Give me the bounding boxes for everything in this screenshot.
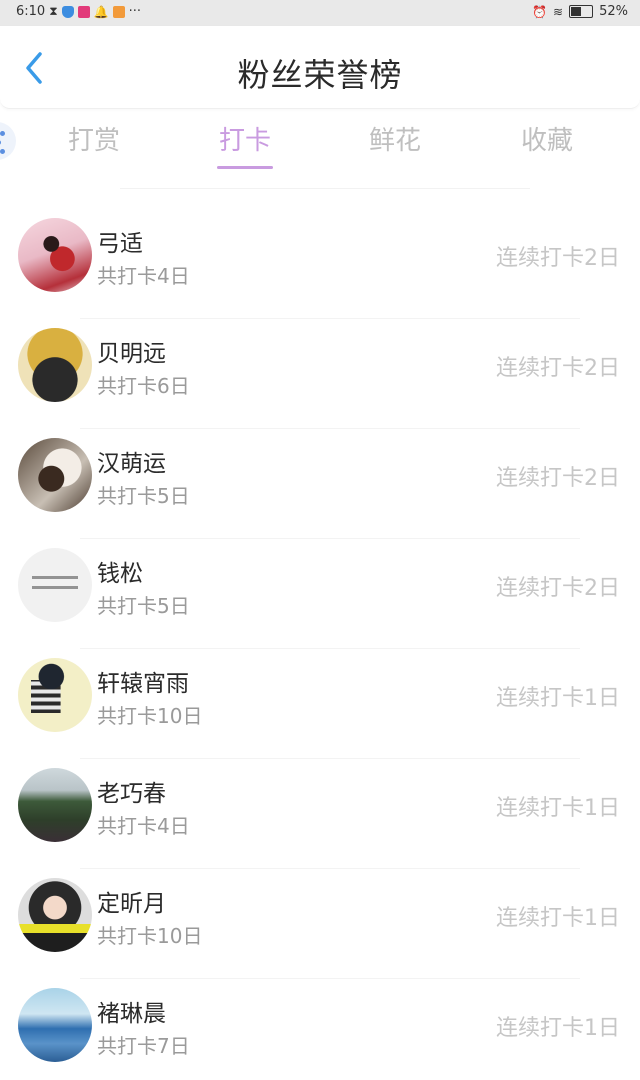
total-checkins: 共打卡5日 — [97, 484, 190, 508]
header: 粉丝荣誉榜 — [0, 26, 640, 109]
total-checkins: 共打卡5日 — [97, 594, 190, 618]
total-checkins: 共打卡4日 — [97, 814, 190, 838]
avatar — [18, 438, 92, 512]
streak-checkins: 连续打卡1日 — [496, 686, 620, 711]
avatar — [18, 218, 92, 292]
avatar — [18, 768, 92, 842]
status-left: 6:10 ⧗ 🔔 ··· — [16, 4, 141, 19]
fan-name: 轩辕宵雨 — [97, 671, 189, 697]
total-checkins: 共打卡6日 — [97, 374, 190, 398]
streak-checkins: 连续打卡2日 — [496, 466, 620, 491]
fan-name: 老巧春 — [97, 781, 166, 807]
hourglass-icon: ⧗ — [49, 4, 58, 18]
battery-percent: 52% — [599, 4, 628, 19]
alarm-icon: ⏰ — [532, 4, 548, 19]
streak-checkins: 连续打卡2日 — [496, 576, 620, 601]
status-right: ⏰ ≋ 52% — [532, 4, 628, 19]
avatar — [18, 988, 92, 1062]
wifi-icon: ≋ — [553, 4, 564, 19]
fan-name: 汉萌运 — [97, 451, 166, 477]
streak-checkins: 连续打卡2日 — [496, 356, 620, 381]
page-title: 粉丝荣誉榜 — [237, 56, 403, 94]
total-checkins: 共打卡4日 — [97, 264, 190, 288]
tab-checkin[interactable]: 打卡 — [185, 120, 305, 157]
tab-flowers[interactable]: 鲜花 — [335, 120, 455, 157]
total-checkins: 共打卡10日 — [97, 704, 203, 728]
list-item[interactable]: 钱松 共打卡5日 连续打卡2日 — [0, 530, 640, 649]
tab-reward[interactable]: 打赏 — [34, 120, 154, 157]
list-item[interactable]: 轩辕宵雨 共打卡10日 连续打卡1日 — [0, 640, 640, 759]
tab-favorites[interactable]: 收藏 — [487, 120, 607, 157]
tab-bar: 打赏 打卡 鲜花 收藏 — [0, 112, 640, 174]
fan-name: 褚琳晨 — [97, 1001, 166, 1027]
avatar — [18, 548, 92, 622]
shield-icon — [61, 5, 74, 18]
active-tab-indicator — [217, 166, 273, 169]
fan-name: 贝明远 — [97, 341, 166, 367]
list-item[interactable]: 老巧春 共打卡4日 连续打卡1日 — [0, 750, 640, 869]
fan-name: 弓适 — [97, 231, 143, 257]
streak-checkins: 连续打卡1日 — [496, 1016, 620, 1041]
fan-name: 定昕月 — [97, 891, 166, 917]
app-badge-icon — [77, 5, 90, 18]
battery-icon — [569, 5, 594, 18]
tab-divider — [120, 188, 530, 189]
list-item[interactable]: 弓适 共打卡4日 连续打卡2日 — [0, 200, 640, 319]
list-item[interactable]: 褚琳晨 共打卡7日 连续打卡1日 — [0, 970, 640, 1080]
total-checkins: 共打卡10日 — [97, 924, 203, 948]
list-item[interactable]: 汉萌运 共打卡5日 连续打卡2日 — [0, 420, 640, 539]
list-item[interactable]: 贝明远 共打卡6日 连续打卡2日 — [0, 310, 640, 429]
status-time: 6:10 — [16, 4, 46, 19]
more-notifications-icon: ··· — [128, 4, 141, 19]
status-bar: 6:10 ⧗ 🔔 ··· ⏰ ≋ 52% — [0, 0, 640, 26]
avatar — [18, 878, 92, 952]
avatar — [18, 658, 92, 732]
fan-name: 钱松 — [97, 561, 143, 587]
avatar — [18, 328, 92, 402]
total-checkins: 共打卡7日 — [97, 1034, 190, 1058]
list-item[interactable]: 定昕月 共打卡10日 连续打卡1日 — [0, 860, 640, 979]
streak-checkins: 连续打卡2日 — [496, 246, 620, 271]
streak-checkins: 连续打卡1日 — [496, 796, 620, 821]
bell-icon: 🔔 — [93, 4, 109, 19]
streak-checkins: 连续打卡1日 — [496, 906, 620, 931]
play-icon — [112, 5, 125, 18]
